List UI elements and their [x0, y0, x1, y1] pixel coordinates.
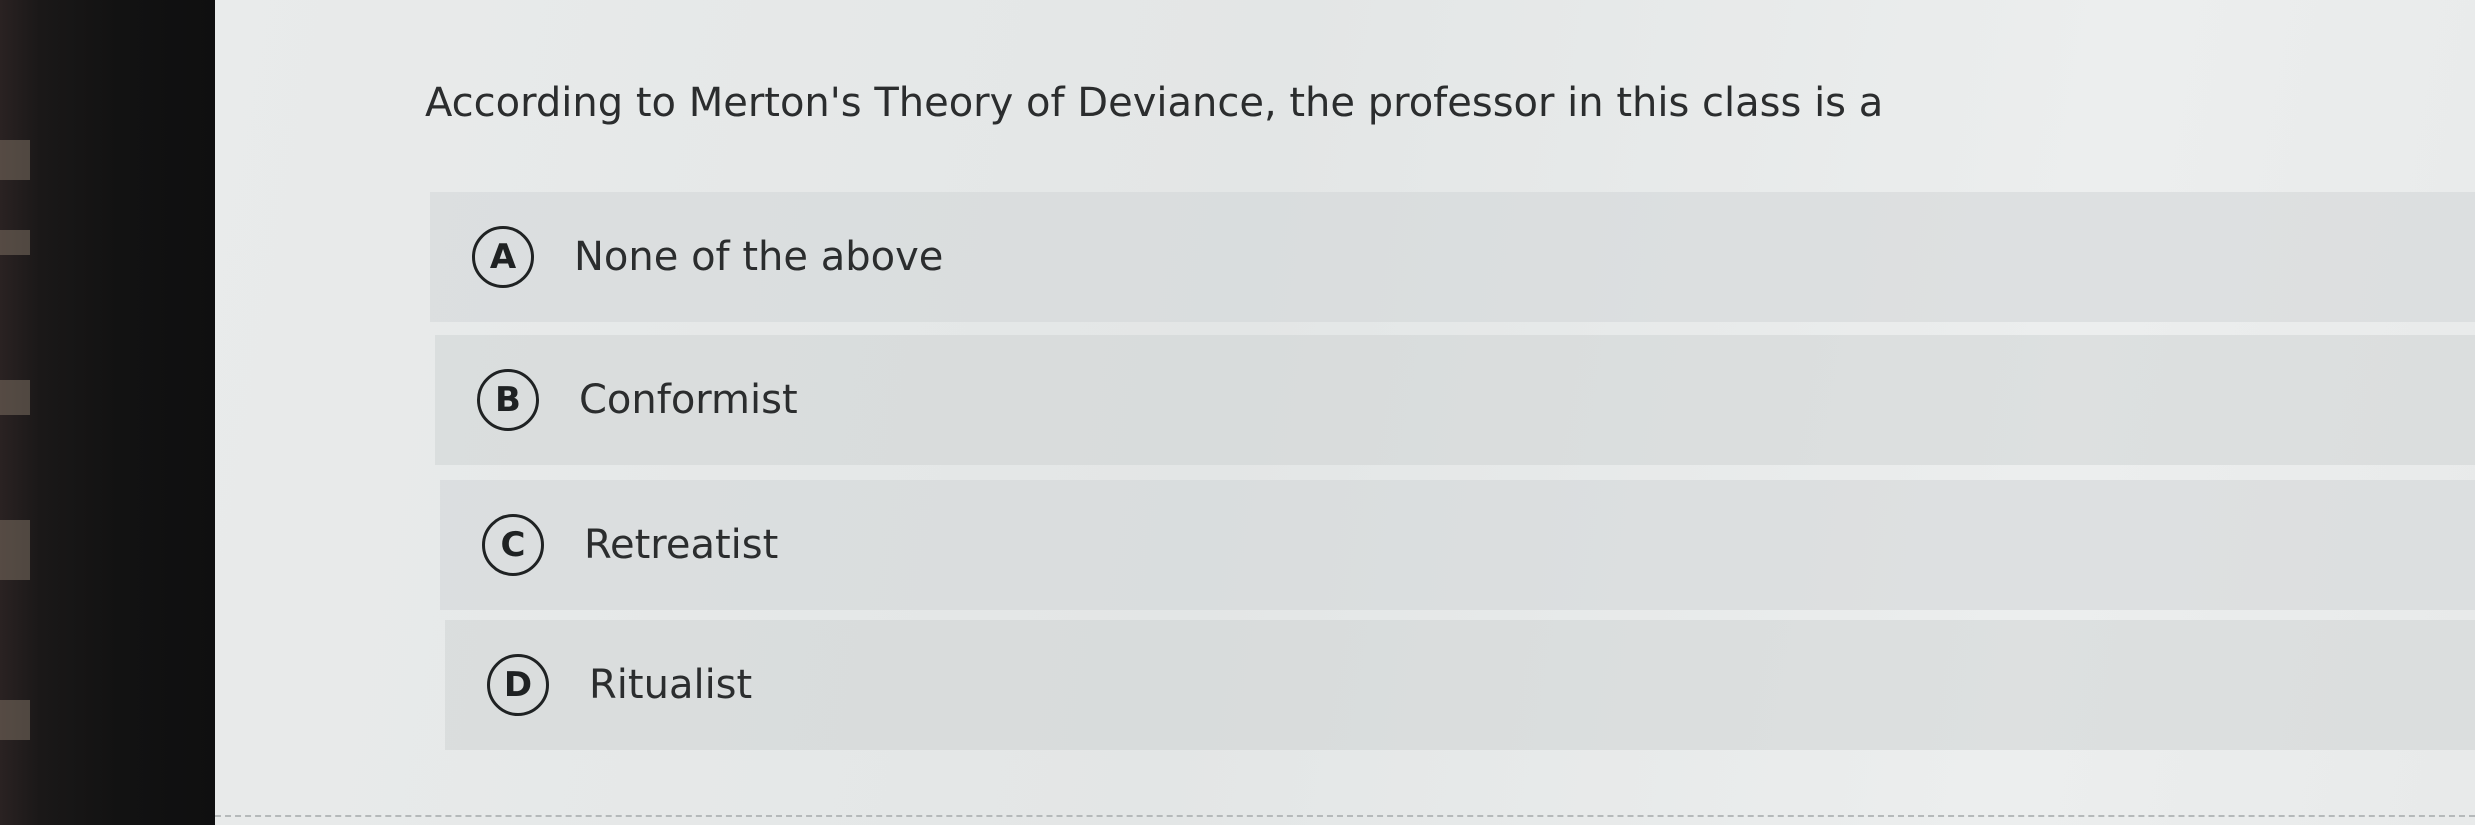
option-label-b: Conformist	[579, 377, 798, 423]
option-d[interactable]: D Ritualist	[445, 620, 2475, 750]
option-b[interactable]: B Conformist	[435, 335, 2475, 465]
option-label-d: Ritualist	[589, 662, 753, 708]
bottom-divider	[215, 815, 2475, 817]
option-label-c: Retreatist	[584, 522, 779, 568]
question-text: According to Merton's Theory of Deviance…	[425, 80, 1884, 126]
bezel-reflection	[0, 140, 30, 180]
bezel-reflection	[0, 380, 30, 415]
option-a[interactable]: A None of the above	[430, 192, 2475, 322]
option-letter-b[interactable]: B	[477, 369, 539, 431]
option-label-a: None of the above	[574, 234, 944, 280]
option-letter-c[interactable]: C	[482, 514, 544, 576]
bezel-reflection	[0, 520, 30, 580]
bezel-reflection	[0, 230, 30, 255]
bezel-reflection	[0, 700, 30, 740]
option-c[interactable]: C Retreatist	[440, 480, 2475, 610]
option-letter-d[interactable]: D	[487, 654, 549, 716]
option-letter-a[interactable]: A	[472, 226, 534, 288]
monitor-bezel	[0, 0, 215, 825]
